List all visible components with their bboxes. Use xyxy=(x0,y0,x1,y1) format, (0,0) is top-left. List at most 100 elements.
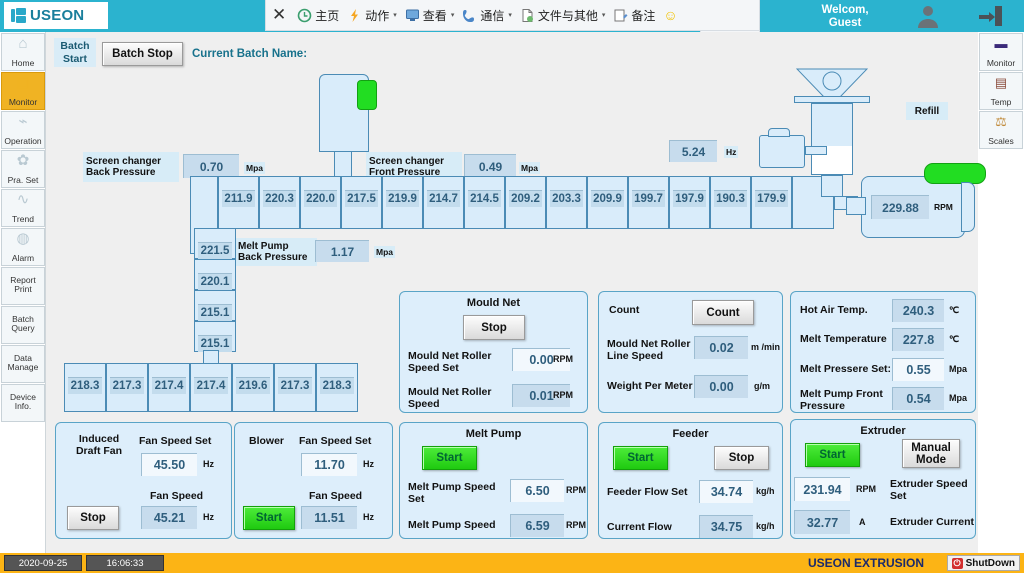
blower-fan-speed-set-value[interactable]: 11.70 xyxy=(301,453,357,476)
line-speed-value: 0.02 xyxy=(694,336,748,359)
smiley-icon[interactable]: ☺ xyxy=(660,5,680,25)
mould-net-stop-button[interactable]: Stop xyxy=(463,315,525,340)
barrel-zone-11[interactable]: 199.7 xyxy=(628,176,669,229)
weight-per-meter-value: 0.00 xyxy=(694,375,748,398)
bottom-zone-5[interactable]: 219.6 xyxy=(232,363,274,412)
barrel-zone-10[interactable]: 209.9 xyxy=(587,176,628,229)
right-sidebar-item-monitor[interactable]: ▬ Monitor xyxy=(979,33,1023,71)
zone-value: 211.9 xyxy=(222,190,255,207)
screw-speed-value[interactable]: 229.88 xyxy=(871,195,929,219)
blower-title: Blower xyxy=(249,435,285,447)
avatar[interactable] xyxy=(915,3,941,29)
vertical-zone-2[interactable]: 220.1 xyxy=(194,259,236,290)
useon-logo-icon xyxy=(11,8,26,23)
sidebar-item-report-print[interactable]: Report Print xyxy=(1,267,45,305)
fan-speed-label: Fan Speed xyxy=(150,490,204,502)
bottom-zone-1[interactable]: 218.3 xyxy=(64,363,106,412)
zone-value: 199.7 xyxy=(632,190,665,207)
feeder-stop-button[interactable]: Stop xyxy=(714,446,769,470)
barrel-zone-9[interactable]: 203.3 xyxy=(546,176,587,229)
bottom-zone-7[interactable]: 218.3 xyxy=(316,363,358,412)
right-sidebar-item-temp[interactable]: ▤ Temp xyxy=(979,72,1023,110)
induced-draft-fan-stop-button[interactable]: Stop xyxy=(67,506,119,530)
melt-pressure-set-value[interactable]: 0.55 xyxy=(892,358,944,381)
ribbon-item-home[interactable]: 主页 xyxy=(294,5,342,26)
monitor-icon xyxy=(405,8,420,23)
feeder-motor-speed-value[interactable]: 5.24 xyxy=(669,140,717,162)
batch-start-button[interactable]: Batch Start xyxy=(54,38,96,67)
sidebar-item-data-manage[interactable]: Data Manage xyxy=(1,345,45,383)
barrel-zone-6[interactable]: 214.7 xyxy=(423,176,464,229)
barrel-zone-1[interactable]: 211.9 xyxy=(218,176,259,229)
smiley-glyph: ☺ xyxy=(663,7,678,23)
barrel-zone-12[interactable]: 197.9 xyxy=(669,176,710,229)
screen-changer-back-pressure-value[interactable]: 0.70 xyxy=(183,154,239,178)
note-pencil-icon xyxy=(613,8,628,23)
melt-pump-speed-value: 6.59 xyxy=(510,514,564,537)
close-button[interactable]: ✕ xyxy=(270,5,292,25)
sidebar-item-monitor[interactable]: ▣ Monitor xyxy=(1,72,45,110)
count-button[interactable]: Count xyxy=(692,300,754,325)
melt-pump-back-pressure-label: Melt Pump Back Pressure xyxy=(235,238,317,266)
zone-value: 220.3 xyxy=(263,190,296,207)
mould-net-roller-speed-set-unit: RPM xyxy=(553,354,573,364)
mould-net-roller-speed-label: Mould Net Roller Speed xyxy=(408,386,492,410)
barrel-zone-8[interactable]: 209.2 xyxy=(505,176,546,229)
sidebar-item-trend[interactable]: ∿ Trend xyxy=(1,189,45,227)
ribbon-item-communication[interactable]: 通信 ▾ xyxy=(459,5,515,26)
sidebar-item-home[interactable]: ⌂ Home xyxy=(1,33,45,71)
zone-value: 220.1 xyxy=(198,273,232,290)
barrel-zone-7[interactable]: 214.5 xyxy=(464,176,505,229)
batch-stop-button[interactable]: Batch Stop xyxy=(102,42,183,66)
feeder-start-button[interactable]: Start xyxy=(613,446,668,470)
right-sidebar-label: Temp xyxy=(990,97,1012,107)
melt-pump-speed-unit: RPM xyxy=(566,520,586,530)
fan-speed-set-value[interactable]: 45.50 xyxy=(141,453,197,476)
bottom-zone-4[interactable]: 217.4 xyxy=(190,363,232,412)
barrel-zone-4[interactable]: 217.5 xyxy=(341,176,382,229)
hot-air-temp-label: Hot Air Temp. xyxy=(800,304,868,316)
barrel-zone-3[interactable]: 220.0 xyxy=(300,176,341,229)
hopper-outlet xyxy=(821,175,843,197)
sidebar-item-alarm[interactable]: ◍ Alarm xyxy=(1,228,45,266)
shutdown-button[interactable]: ⏻ ShutDown xyxy=(946,555,1020,571)
ribbon-item-files[interactable]: 文件与其他 ▾ xyxy=(517,5,609,26)
bottom-zone-2[interactable]: 217.3 xyxy=(106,363,148,412)
blower-fan-speed-set-unit: Hz xyxy=(363,459,374,469)
ribbon-item-view[interactable]: 查看 ▾ xyxy=(402,5,458,26)
screen-changer-front-pressure-value[interactable]: 0.49 xyxy=(464,154,516,178)
ribbon-item-notes[interactable]: 备注 xyxy=(610,5,658,26)
barrel-zone-5[interactable]: 219.9 xyxy=(382,176,423,229)
right-sidebar-item-scales[interactable]: ⚖ Scales xyxy=(979,111,1023,149)
sidebar-label: Data Manage xyxy=(7,353,39,372)
hopper-flange xyxy=(794,96,870,103)
extruder-speed-set-value[interactable]: 231.94 xyxy=(794,477,850,501)
feeder-flow-set-value[interactable]: 34.74 xyxy=(699,480,753,503)
barrel-zone-13[interactable]: 190.3 xyxy=(710,176,751,229)
melt-pump-start-button[interactable]: Start xyxy=(422,446,477,470)
sidebar-item-batch-query[interactable]: Batch Query xyxy=(1,306,45,344)
feeder-motor-shaft xyxy=(805,146,827,155)
bottom-zone-6[interactable]: 217.3 xyxy=(274,363,316,412)
bottom-zone-3[interactable]: 217.4 xyxy=(148,363,190,412)
melt-pump-speed-set-value[interactable]: 6.50 xyxy=(510,479,564,502)
vertical-zone-1[interactable]: 221.5 xyxy=(194,228,236,259)
status-time: 16:06:33 xyxy=(86,555,164,571)
vertical-zone-4[interactable]: 215.1 xyxy=(194,321,236,352)
screen-changer-back-pressure-unit: Mpa xyxy=(244,162,265,174)
sidebar-label: Pra. Set xyxy=(7,175,39,185)
mould-net-roller-speed-unit: RPM xyxy=(553,390,573,400)
melt-pump-back-pressure-value[interactable]: 1.17 xyxy=(315,240,369,262)
vertical-zone-3[interactable]: 215.1 xyxy=(194,290,236,321)
barrel-zone-2[interactable]: 220.3 xyxy=(259,176,300,229)
barrel-zone-14[interactable]: 179.9 xyxy=(751,176,792,229)
ribbon-item-action[interactable]: 动作 ▾ xyxy=(344,5,400,26)
logout-button[interactable] xyxy=(975,3,1005,29)
sidebar-item-operation[interactable]: ⌁ Operation xyxy=(1,111,45,149)
extruder-manual-mode-button[interactable]: Manual Mode xyxy=(902,439,960,468)
extruder-start-button[interactable]: Start xyxy=(805,443,860,467)
sidebar-item-device-info[interactable]: Device Info. xyxy=(1,384,45,422)
sidebar-item-pra-set[interactable]: ✿ Pra. Set xyxy=(1,150,45,188)
melt-temperature-unit: ℃ xyxy=(949,334,960,344)
blower-start-button[interactable]: Start xyxy=(243,506,295,530)
